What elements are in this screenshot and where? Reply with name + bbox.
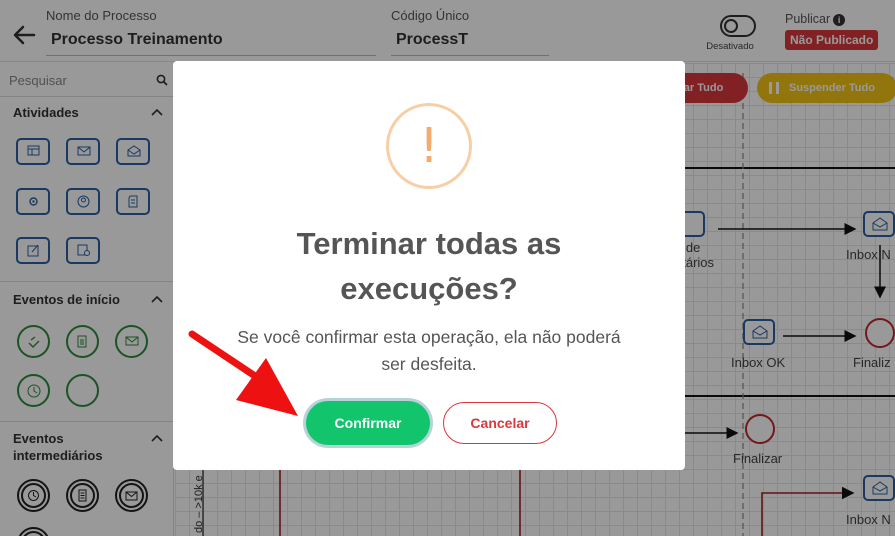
dialog-message: Se você confirmar esta operação, ela não…: [237, 327, 621, 374]
confirm-dialog: ! Terminar todas as execuções? Se você c…: [173, 61, 685, 470]
dialog-title: Terminar todas as execuções?: [296, 226, 562, 306]
cancel-button[interactable]: Cancelar: [443, 402, 557, 444]
warning-icon: !: [386, 103, 472, 189]
dialog-actions: Confirmar Cancelar: [173, 401, 685, 447]
confirm-button[interactable]: Confirmar: [306, 401, 430, 445]
